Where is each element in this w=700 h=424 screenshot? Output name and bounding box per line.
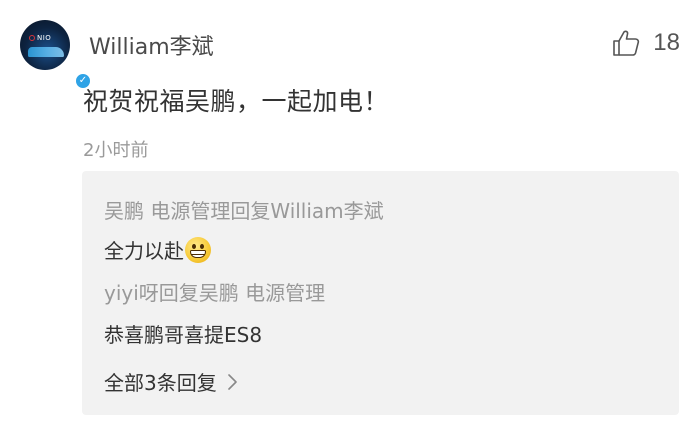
comment-username[interactable]: William李斌 xyxy=(89,29,214,61)
reply-text: 恭喜鹏哥喜提ES8 xyxy=(104,323,263,347)
thumbs-up-icon xyxy=(613,30,640,56)
reply-text: 全力以赴 xyxy=(104,235,211,264)
avatar-car-image xyxy=(28,47,64,57)
replies-panel[interactable]: 吴鹏 电源管理回复William李斌 全力以赴 yiyi呀回复吴鹏 电源管理 恭… xyxy=(82,171,679,415)
reply-author-line[interactable]: yiyi呀回复吴鹏 电源管理 xyxy=(104,277,325,306)
like-button[interactable]: 18 xyxy=(611,28,680,58)
chevron-right-icon xyxy=(227,373,237,390)
comment-timestamp: 2小时前 xyxy=(83,140,149,161)
grinning-emoji-icon xyxy=(185,237,211,263)
avatar[interactable]: NIO ✓ xyxy=(20,20,92,90)
like-count: 18 xyxy=(653,29,680,56)
comment-text: 祝贺祝福吴鹏，一起加电！ xyxy=(83,87,390,116)
view-all-replies-link[interactable]: 全部3条回复 xyxy=(104,367,239,396)
view-all-replies-label: 全部3条回复 xyxy=(104,371,217,395)
reply-text-content: 全力以赴 xyxy=(104,239,184,263)
avatar-brand-logo: NIO xyxy=(29,34,51,42)
reply-author-line[interactable]: 吴鹏 电源管理回复William李斌 xyxy=(104,195,384,224)
